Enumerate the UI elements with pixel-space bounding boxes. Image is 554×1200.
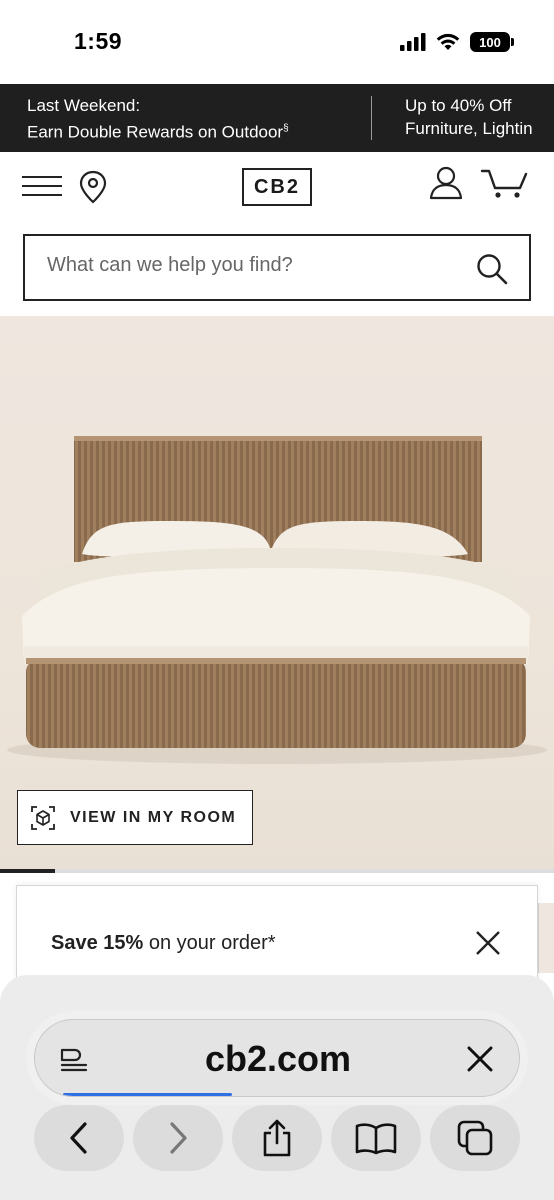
back-button[interactable] [34, 1105, 124, 1171]
browser-chrome: cb2.com [0, 975, 554, 1200]
save-offer-text: Save 15% on your order* [51, 932, 276, 955]
bed-illustration [7, 436, 547, 764]
cb2-logo[interactable]: CB2 [242, 168, 312, 206]
search-box[interactable] [23, 234, 531, 301]
promo-sale[interactable]: Up to 40% Off Furniture, Lightin [405, 94, 533, 140]
bookmarks-icon [355, 1123, 397, 1155]
back-icon [70, 1122, 87, 1154]
share-icon [263, 1119, 291, 1157]
status-time: 1:59 [74, 28, 123, 54]
wifi-icon [436, 33, 460, 50]
browser-toolbar [34, 1105, 520, 1171]
account-icon[interactable] [428, 166, 464, 200]
view-in-my-room-label: VIEW IN MY ROOM [70, 808, 237, 826]
location-pin-icon[interactable] [78, 170, 108, 204]
page-load-progress [63, 1093, 233, 1096]
promo-rewards-line2: Earn Double Rewards on Outdoor [27, 122, 284, 142]
search-input[interactable] [47, 254, 467, 277]
site-header: CB2 [0, 152, 554, 232]
save-offer-rest: on your order* [143, 932, 276, 954]
status-icons: 100 [400, 30, 514, 54]
forward-button[interactable] [133, 1105, 223, 1171]
battery-icon: 100 [470, 32, 514, 52]
status-bar: 1:59 100 [0, 0, 554, 84]
share-button[interactable] [232, 1105, 322, 1171]
promo-rewards[interactable]: Last Weekend: Earn Double Rewards on Out… [27, 94, 289, 144]
signal-icon [400, 33, 426, 51]
tabs-icon [457, 1120, 493, 1156]
next-card-peek [538, 903, 554, 973]
hero-product-image[interactable]: VIEW IN MY ROOM [0, 316, 554, 872]
bookmarks-button[interactable] [331, 1105, 421, 1171]
url-text[interactable]: cb2.com [35, 1038, 519, 1080]
promo-sale-line2: Furniture, Lightin [405, 119, 533, 138]
promo-rewards-line1: Last Weekend: [27, 96, 141, 115]
cart-icon[interactable] [480, 168, 528, 200]
promo-footnote-mark: § [283, 123, 289, 134]
search-icon[interactable] [475, 252, 509, 286]
menu-icon[interactable] [22, 176, 62, 198]
close-icon[interactable] [475, 930, 501, 956]
save-offer-amount: Save 15% [51, 932, 144, 954]
url-bar[interactable]: cb2.com [34, 1019, 520, 1097]
ar-view-icon [31, 805, 55, 830]
promo-sale-line1: Up to 40% Off [405, 96, 512, 115]
view-in-my-room-button[interactable]: VIEW IN MY ROOM [17, 790, 253, 845]
save-offer-panel[interactable]: Save 15% on your order* [16, 885, 538, 985]
promo-banner[interactable]: Last Weekend: Earn Double Rewards on Out… [0, 84, 554, 152]
save-offer-area: Save 15% on your order* [0, 873, 554, 985]
tabs-button[interactable] [430, 1105, 520, 1171]
stop-loading-icon[interactable] [467, 1046, 493, 1072]
promo-divider [371, 96, 372, 140]
forward-icon [170, 1122, 187, 1154]
